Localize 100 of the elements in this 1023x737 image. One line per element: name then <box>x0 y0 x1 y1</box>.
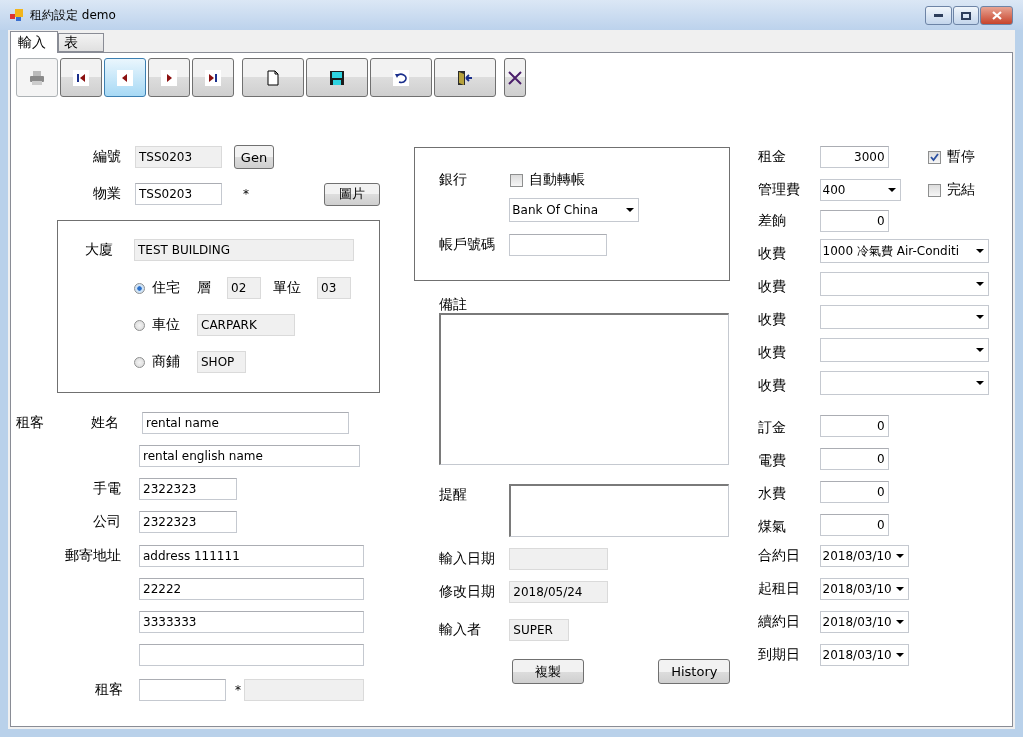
text-field[interactable]: 03 <box>317 277 351 299</box>
text-field[interactable]: 2322323 <box>139 511 237 533</box>
field-label: 收費 <box>757 245 787 263</box>
checkbox[interactable] <box>510 173 524 187</box>
text-field[interactable]: rental english name <box>139 445 360 467</box>
field-label: 收費 <box>757 377 787 395</box>
text-field[interactable]: CARPARK <box>197 314 295 336</box>
section-label: 租客 <box>16 414 45 432</box>
text-field[interactable]: TSS0203 <box>135 183 222 205</box>
text-field[interactable]: 22222 <box>139 578 364 600</box>
field-label: 提醒 <box>439 486 469 504</box>
caret-icon <box>895 554 904 558</box>
text-field[interactable]: 2018/05/24 <box>509 581 609 603</box>
text-field[interactable]: 0 <box>819 448 889 470</box>
exit-button[interactable] <box>434 58 496 97</box>
close-button[interactable] <box>980 6 1013 25</box>
text-area[interactable] <box>509 484 730 537</box>
date-picker[interactable]: 2018/03/10 <box>819 611 909 633</box>
minimize-icon <box>934 14 943 17</box>
window-title: 租約設定 demo <box>30 6 116 24</box>
field-label: 差餉 <box>757 212 787 230</box>
next-record-button[interactable] <box>148 58 190 97</box>
field-label: 租金 <box>757 148 787 166</box>
dropdown[interactable]: 1000 冷氣費 Air-Conditi <box>819 239 989 263</box>
caret-icon <box>975 348 984 352</box>
field-label: 收費 <box>757 311 787 329</box>
field-label: 編號 <box>92 148 121 166</box>
text-field[interactable] <box>244 679 364 701</box>
delete-button[interactable] <box>504 58 526 97</box>
text-field[interactable]: SUPER <box>509 619 570 641</box>
field-label: 水費 <box>757 485 787 503</box>
minimize-button[interactable] <box>925 6 952 25</box>
picture-button[interactable]: 圖片 <box>324 182 380 206</box>
door-arrow-icon <box>457 69 473 86</box>
previous-record-button[interactable] <box>104 58 146 97</box>
field-label: 續約日 <box>757 613 801 631</box>
history-button[interactable]: History <box>658 659 731 684</box>
first-record-button[interactable] <box>60 58 102 97</box>
caret-icon <box>895 620 904 624</box>
date-picker[interactable]: 2018/03/10 <box>819 644 909 666</box>
skip-to-start-icon <box>73 69 89 86</box>
date-picker[interactable]: 2018/03/10 <box>819 578 909 600</box>
text-field[interactable]: 0 <box>819 514 889 536</box>
date-picker[interactable]: 2018/03/10 <box>819 545 909 567</box>
save-button[interactable] <box>306 58 368 97</box>
text-field[interactable] <box>509 548 609 570</box>
last-record-button[interactable] <box>192 58 234 97</box>
field-label: 輸入日期 <box>439 550 497 568</box>
undo-button[interactable] <box>370 58 432 97</box>
skip-to-end-icon <box>205 69 221 86</box>
field-label: 到期日 <box>757 646 801 664</box>
field-label: 大廈 <box>85 241 114 259</box>
field-label: 自動轉帳 <box>529 171 586 189</box>
tab[interactable]: 輸入 <box>10 31 58 53</box>
caret-icon <box>975 249 984 253</box>
new-button[interactable] <box>242 58 304 97</box>
field-label: 商鋪 <box>152 353 181 371</box>
text-field[interactable]: 2322323 <box>139 478 237 500</box>
maximize-button[interactable] <box>953 6 979 25</box>
text-field[interactable]: SHOP <box>197 351 246 373</box>
text-field[interactable]: 3000 <box>819 146 889 168</box>
text-field[interactable]: 0 <box>819 415 889 437</box>
field-label: 訂金 <box>757 419 787 437</box>
text-field[interactable]: 02 <box>227 277 261 299</box>
field-label: 煤氣 <box>757 518 787 536</box>
radio-button[interactable] <box>134 356 145 368</box>
gen-button[interactable]: Gen <box>234 145 274 169</box>
dropdown[interactable]: Bank Of China <box>509 198 640 222</box>
text-field[interactable]: 0 <box>819 210 889 232</box>
text-field[interactable]: 0 <box>819 481 889 503</box>
required-mark: * <box>243 187 249 201</box>
tab[interactable]: 表 <box>58 33 104 52</box>
caret-icon <box>975 381 984 385</box>
radio-button[interactable] <box>134 282 145 294</box>
maximize-icon <box>961 11 971 20</box>
field-label: 郵寄地址 <box>64 547 121 565</box>
text-field[interactable]: 3333333 <box>139 611 364 633</box>
field-label: 電費 <box>757 452 787 470</box>
caret-icon <box>895 653 904 657</box>
radio-button[interactable] <box>134 319 145 331</box>
app-icon <box>10 8 24 22</box>
dropdown[interactable]: 400 <box>819 179 901 201</box>
text-field[interactable] <box>139 644 364 666</box>
field-label: 車位 <box>152 316 181 334</box>
field-label: 層 <box>197 279 212 297</box>
caret-icon <box>895 587 904 591</box>
copy-button[interactable]: 複製 <box>512 659 585 684</box>
text-field[interactable]: TSS0203 <box>135 146 222 168</box>
field-label: 完結 <box>946 181 975 199</box>
cross-icon <box>507 69 523 86</box>
text-field[interactable]: address 111111 <box>139 545 364 567</box>
field-label: 銀行 <box>439 171 469 189</box>
field-label: 修改日期 <box>439 583 497 601</box>
checkbox[interactable] <box>927 150 941 164</box>
text-field[interactable] <box>509 234 608 256</box>
text-field[interactable]: rental name <box>142 412 349 434</box>
text-field[interactable] <box>139 679 226 701</box>
field-label: 姓名 <box>90 414 119 432</box>
checkbox[interactable] <box>927 183 941 197</box>
text-field[interactable]: TEST BUILDING <box>134 239 354 261</box>
